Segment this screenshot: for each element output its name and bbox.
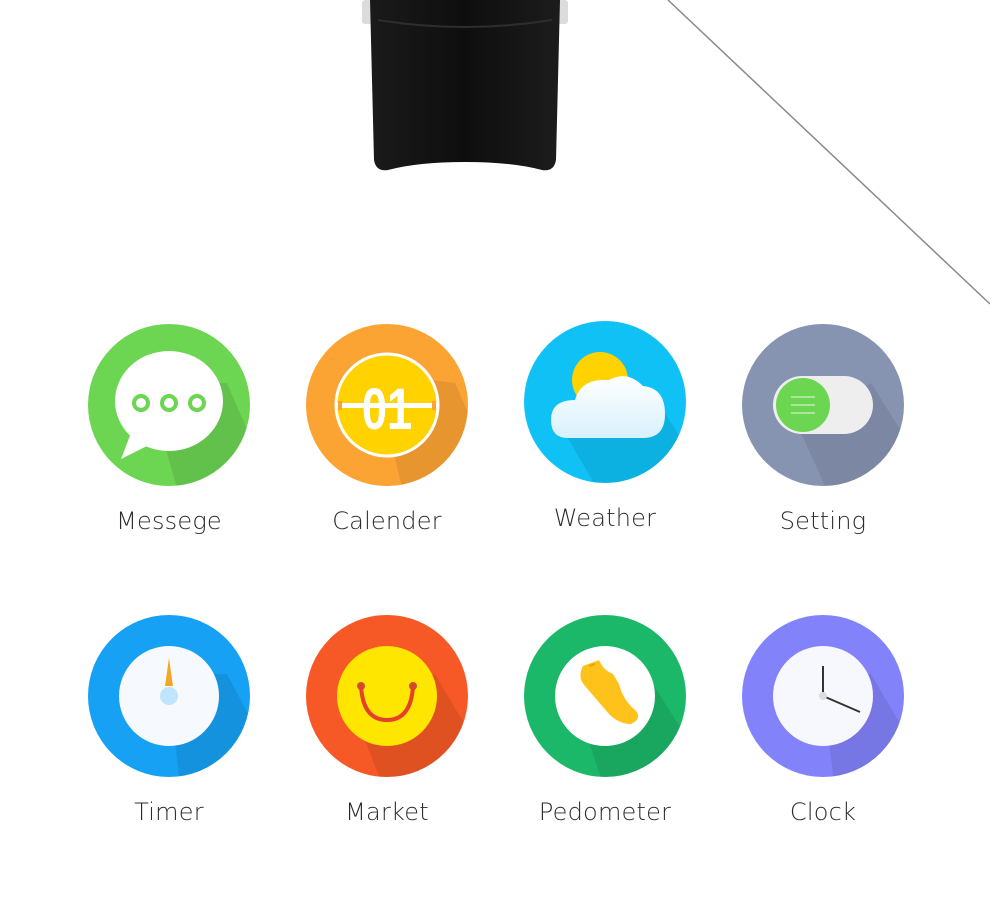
app-label: Market [345,798,429,826]
message-bubble-icon [88,324,250,486]
app-calender[interactable]: 01 Calender [297,323,477,553]
app-pedometer[interactable]: Pedometer [515,614,695,844]
weather-sun-cloud-icon [524,321,686,483]
app-timer[interactable]: Timer [79,614,259,844]
calendar-icon: 01 [306,324,468,486]
running-shoe-icon [524,615,686,777]
smiley-bag-icon [306,615,468,777]
clock-icon [742,615,904,777]
stopwatch-icon [88,615,250,777]
app-market[interactable]: Market [297,614,477,844]
toggle-switch-icon [742,324,904,486]
app-clock[interactable]: Clock [733,614,913,844]
app-label: Clock [789,798,857,826]
app-label: Pedometer [538,798,672,826]
watch-strap-image [362,0,568,171]
app-label: Setting [779,507,867,535]
app-label: Messege [116,507,222,535]
app-setting[interactable]: Setting [733,323,913,553]
app-weather[interactable]: Weather [515,320,695,550]
app-label: Timer [134,798,204,826]
calendar-day-number: 01 [362,378,412,443]
app-messege[interactable]: Messege [79,323,259,553]
app-label: Weather [553,504,657,532]
app-label: Calender [332,507,442,535]
